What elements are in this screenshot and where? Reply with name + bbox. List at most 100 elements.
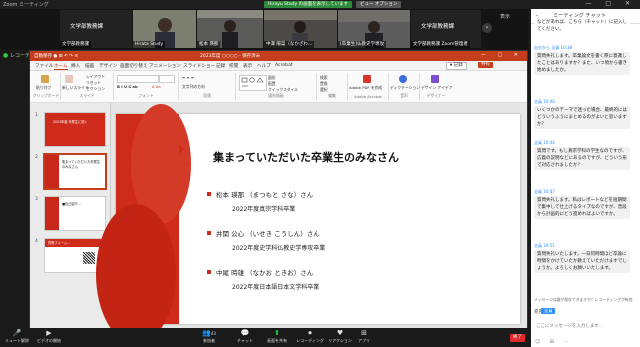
message-sender: 全員 10:51: [534, 243, 555, 248]
current-slide[interactable]: 集まっていただいた卒業生のみなさん 松本 瑛那 （まつもと さな）さん 2022…: [96, 104, 520, 344]
video-tile[interactable]: 松本 瑛那: [197, 10, 263, 48]
message-body: 質問失礼いたします。一日何時間ほど卒論に時間をかけていたか教えていただけますでし…: [534, 250, 630, 273]
participant-tag: Hirata Study: [133, 41, 166, 48]
bullet-icon: [207, 231, 211, 235]
share-screen-icon: ⬆: [274, 329, 280, 337]
paste-label[interactable]: 貼り付け: [36, 85, 51, 91]
message-sender: 全員 10:44: [534, 140, 555, 145]
section-button[interactable]: セクション: [86, 86, 105, 92]
slide-notch: [179, 144, 184, 154]
font-name-dropdown[interactable]: [117, 75, 159, 83]
share-status-banner: Hirayu Study の画面を表示しています: [264, 1, 352, 8]
thumbnail-text: 2023年度 卒業生に聞く: [53, 120, 88, 124]
slide-heading[interactable]: 集まっていただいた卒業生のみなさん: [213, 149, 399, 165]
chat-panel: ⌄ ミーティング チャット などがあれば、こちら（チャット）に記入してください。…: [531, 9, 640, 347]
group-label: スライド: [79, 93, 95, 98]
slide-thumbnail[interactable]: ■自己紹介…: [44, 196, 106, 231]
record-meeting-button[interactable]: ⏺ レコーディング: [294, 329, 326, 344]
chat-button[interactable]: 💬 チャット: [234, 329, 256, 344]
thumbnail-band: [45, 197, 59, 230]
video-tile[interactable]: Hirata Study: [133, 10, 196, 48]
view-options-button[interactable]: ビュー オプション: [356, 1, 402, 8]
font-size-dropdown[interactable]: [159, 75, 175, 83]
tab-home[interactable]: ホーム: [54, 63, 68, 70]
tab-slideshow[interactable]: スライドショー: [183, 63, 215, 69]
acrobat-icon[interactable]: [363, 75, 371, 83]
ribbon-group-slides: 新しいスライド レイアウト リセット セクション スライド: [61, 73, 114, 100]
font-color-button[interactable]: A Aa: [152, 84, 161, 89]
chat-tools[interactable]: ☺ ⊞ ⋯: [535, 339, 573, 345]
chat-label: チャット: [237, 338, 253, 343]
chat-message-input[interactable]: [534, 318, 638, 334]
reactions-button[interactable]: ♥ リアクション: [326, 329, 354, 344]
recording-icon: ●: [3, 52, 9, 59]
tab-help[interactable]: ヘルプ: [257, 63, 271, 69]
design-ideas-button[interactable]: デザイン アイデア: [421, 85, 452, 91]
thumbnail-text: 質問フォーム…: [48, 241, 71, 245]
quick-access[interactable]: 自動保存 ● ⊞ ↶ ↷ ≡: [34, 53, 78, 59]
paste-icon[interactable]: [41, 75, 49, 83]
graduate-detail[interactable]: 2022年度日本語日本文学科卒業: [232, 282, 319, 291]
message-body: などがあれば、こちら（チャット）に記入してください。: [534, 18, 630, 34]
new-slide-label[interactable]: 新しいスライド: [62, 85, 89, 91]
tab-record[interactable]: 記録: [216, 63, 225, 69]
tab-acrobat[interactable]: Acrobat: [275, 63, 293, 68]
shapes-gallery[interactable]: [239, 75, 267, 91]
slide-thumbnail-selected[interactable]: 集まっていただいた卒業生のみなさん: [43, 153, 107, 190]
tab-draw[interactable]: 描画: [85, 63, 94, 69]
share-screen-button[interactable]: ⬆ 画面を共有: [264, 329, 290, 344]
end-meeting-button[interactable]: 終了: [510, 334, 525, 342]
video-tile[interactable]: 中澤 陽菜（なかざわ…: [264, 10, 337, 48]
designer-icon[interactable]: [431, 75, 439, 83]
new-slide-icon[interactable]: [65, 75, 73, 83]
tab-view[interactable]: 表示: [243, 63, 252, 69]
graduate-detail[interactable]: 2022年度真宗学科卒業: [232, 204, 295, 213]
recipient-dropdown[interactable]: 全員: [541, 308, 556, 314]
graduate-name[interactable]: 中尾 時雄 （なかお ときお）さん: [216, 267, 313, 277]
slide-thumbnail[interactable]: 2023年度 卒業生に聞く: [44, 112, 106, 147]
share-screen-label: 画面を共有: [267, 338, 287, 343]
ppt-window-controls[interactable]: — □ ✕: [481, 52, 523, 58]
tab-insert[interactable]: 挿入: [71, 63, 80, 69]
message-body: 質問です。もし真宗学科の学生なのですが、広義の説明などにあるのですが、どういう形…: [534, 147, 630, 170]
window-controls[interactable]: — □ ✕: [585, 0, 636, 7]
share-button[interactable]: 共有: [478, 62, 493, 68]
participants-button[interactable]: 👥43 参加者: [196, 329, 222, 344]
tab-transitions[interactable]: 画面切り替え: [120, 63, 148, 69]
record-button[interactable]: ⏺ 記録: [446, 62, 467, 70]
chat-message: 全員 10:40 いくつかのテーマで迷った場合、最終的にはどういうふうにまとめる…: [534, 99, 630, 129]
microphone-icon[interactable]: [399, 75, 407, 83]
graduate-name[interactable]: 井関 公心 （いせき こうしん）さん: [216, 228, 320, 238]
font-format-buttons[interactable]: B I U S ab: [117, 84, 138, 89]
heart-icon: ♥: [336, 329, 344, 337]
participant-tag: [卒業生]仏教史学専攻: [338, 41, 387, 48]
thumbnail-band: [45, 155, 59, 188]
text-direction-button[interactable]: 文字列の方向: [182, 84, 205, 90]
group-label: 音声: [400, 93, 408, 98]
zoom-titlebar: Zoom ミーティング Hirayu Study の画面を表示しています ビュー…: [0, 0, 640, 9]
video-camera-icon: ▶: [46, 329, 52, 337]
window-title: Zoom ミーティング: [3, 2, 49, 8]
tab-review[interactable]: 校閲: [229, 63, 238, 69]
tab-animations[interactable]: アニメーション: [149, 63, 181, 69]
tab-file[interactable]: ファイル: [35, 63, 53, 69]
video-tile[interactable]: 文学部教務課 文学部教務課 Zoom管理者: [411, 10, 481, 48]
view-toggle[interactable]: 表示: [500, 13, 510, 20]
message-body: いくつかのテーマで迷った場合、最終的にはどういうふうにまとめるのがよいと思います…: [534, 106, 630, 129]
mute-button[interactable]: 🎤 ミュート解除: [4, 329, 30, 344]
tab-design[interactable]: デザイン: [99, 63, 117, 69]
participant-tag: 松本 瑛那: [197, 41, 221, 48]
video-tile[interactable]: [卒業生]仏教史学専攻: [338, 10, 410, 48]
record-label: レコーディング: [296, 338, 324, 343]
graduate-name[interactable]: 松本 瑛那 （まつもと さな）さん: [216, 189, 313, 199]
apps-button[interactable]: ⊞ アプリ: [354, 329, 374, 344]
alignment-buttons[interactable]: ≡ ≡ ≡: [182, 75, 194, 80]
graduate-detail[interactable]: 2022年度史学科仏教史学専攻卒業: [232, 243, 325, 252]
start-video-button[interactable]: ▶ ビデオの開始: [34, 329, 64, 344]
video-tile[interactable]: 文学部教務課 文学部教務課: [60, 10, 132, 48]
record-icon: ⏺: [308, 329, 312, 337]
dictation-button[interactable]: ディクテーション: [390, 85, 420, 91]
create-pdf-button[interactable]: Adobe PDF を作成: [349, 85, 382, 91]
message-sender: 全員 10:40: [534, 99, 555, 104]
next-page-arrow-icon[interactable]: ›: [482, 23, 492, 33]
